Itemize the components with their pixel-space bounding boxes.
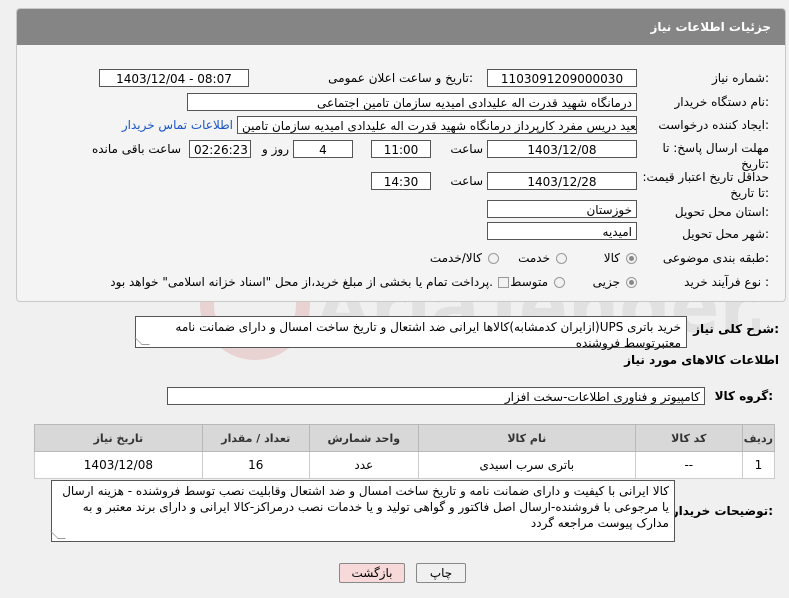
need-details-panel: جزئیات اطلاعات نیاز شماره نیاز: 11030912… [16,8,786,302]
table-row[interactable]: 1 -- باتری سرب اسیدی عدد 16 1403/12/08 [34,451,776,479]
col-need-date: تاریخ نیاز [34,424,203,452]
buyer-org-label: نام دستگاه خریدار: [674,95,770,109]
province-label: استان محل تحویل: [674,205,769,219]
panel-header: جزئیات اطلاعات نیاز [17,9,785,45]
col-quantity: تعداد / مقدار [201,424,310,452]
buyer-notes-text: کالا ایرانی با کیفیت و دارای ضمانت نامه … [62,484,669,530]
price-validity-time-field[interactable]: 14:30 [371,172,431,190]
buyer-org-field[interactable]: درمانگاه شهید قدرت اله علیدادی امیدیه سا… [187,93,637,111]
price-time-label: ساعت [450,174,483,188]
buyer-notes-label: توضیحات خریدار: [671,504,773,518]
treasury-payment-checkbox[interactable] [498,277,509,288]
treasury-payment-text: پرداخت تمام یا بخشی از مبلغ خرید،از محل … [110,275,493,289]
reply-deadline-label: مهلت ارسال پاسخ: تا تاریخ: [662,141,769,171]
price-validity-date-field[interactable]: 1403/12/28 [487,172,637,190]
resize-grip-icon[interactable] [50,531,66,539]
category-option-goods-service: کالا/خدمت [429,251,482,265]
remaining-time-field[interactable]: 02:26:23 [189,140,251,158]
reply-time-label: ساعت [450,142,483,156]
buyer-contact-link[interactable]: اطلاعات تماس خریدار [122,118,233,132]
reply-date-field[interactable]: 1403/12/08 [487,140,637,158]
announce-label: تاریخ و ساعت اعلان عمومی: [328,71,473,85]
category-radio-goods[interactable] [626,253,637,264]
cell-goods-name: باتری سرب اسیدی [417,451,636,479]
summary-text: خرید باتری UPS(ازایران کدمشابه)کالاها ای… [175,320,681,350]
cell-need-date: 1403/12/08 [34,451,203,479]
goods-group-field[interactable]: کامپیوتر و فناوری اطلاعات-سخت افزار [167,387,705,405]
price-validity-label: حداقل تاریخ اعتبار قیمت: تا تاریخ: [642,170,769,200]
days-label: روز و [262,142,289,156]
category-option-service: خدمت [518,251,550,265]
back-button[interactable]: بازگشت [339,563,405,583]
summary-textarea[interactable]: خرید باتری UPS(ازایران کدمشابه)کالاها ای… [134,316,687,350]
summary-label: شرح کلی نیاز: [693,322,779,336]
process-option-minor: جزیی [592,275,620,289]
province-field[interactable]: خوزستان [487,200,637,218]
resize-grip-icon[interactable] [134,337,150,345]
category-option-goods: کالا [603,251,620,265]
cell-unit: عدد [308,451,419,479]
city-label: شهر محل تحویل: [682,227,769,241]
announce-datetime-field[interactable]: 1403/12/04 - 08:07 [99,69,249,87]
panel-title: جزئیات اطلاعات نیاز [650,20,771,34]
process-option-medium: متوسط [510,275,548,289]
need-number-field[interactable]: 1103091209000030 [487,69,637,87]
cell-goods-code: -- [634,451,743,479]
col-row: ردیف [741,424,776,452]
print-button[interactable]: چاپ [416,563,466,583]
cell-quantity: 16 [201,451,310,479]
creator-label: ایجاد کننده درخواست: [658,118,769,132]
need-number-label: شماره نیاز: [711,71,769,85]
process-radio-minor[interactable] [626,277,637,288]
category-radio-service[interactable] [556,253,567,264]
process-radio-medium[interactable] [554,277,565,288]
cell-row: 1 [741,451,776,479]
goods-section-title: اطلاعات کالاهای مورد نیاز [624,353,779,367]
category-radio-goods-service[interactable] [488,253,499,264]
col-goods-code: کد کالا [634,424,743,452]
days-remaining-field[interactable]: 4 [293,140,353,158]
creator-field[interactable]: سعید دریس مفرد کارپرداز درمانگاه شهید قد… [237,116,637,134]
process-type-label: نوع فرآیند خرید : [684,275,769,289]
col-goods-name: نام کالا [417,424,636,452]
reply-time-field[interactable]: 11:00 [371,140,431,158]
goods-table: ردیف کد کالا نام کالا واحد شمارش تعداد /… [34,424,776,479]
buyer-notes-textarea[interactable]: کالا ایرانی با کیفیت و دارای ضمانت نامه … [50,480,675,542]
city-field[interactable]: امیدیه [487,222,637,240]
remaining-time-label: ساعت باقی مانده [91,142,181,156]
category-label: طبقه بندی موضوعی: [662,251,769,265]
goods-group-label: گروه کالا: [714,389,773,403]
col-unit: واحد شمارش [308,424,419,452]
goods-table-header: ردیف کد کالا نام کالا واحد شمارش تعداد /… [34,424,776,452]
